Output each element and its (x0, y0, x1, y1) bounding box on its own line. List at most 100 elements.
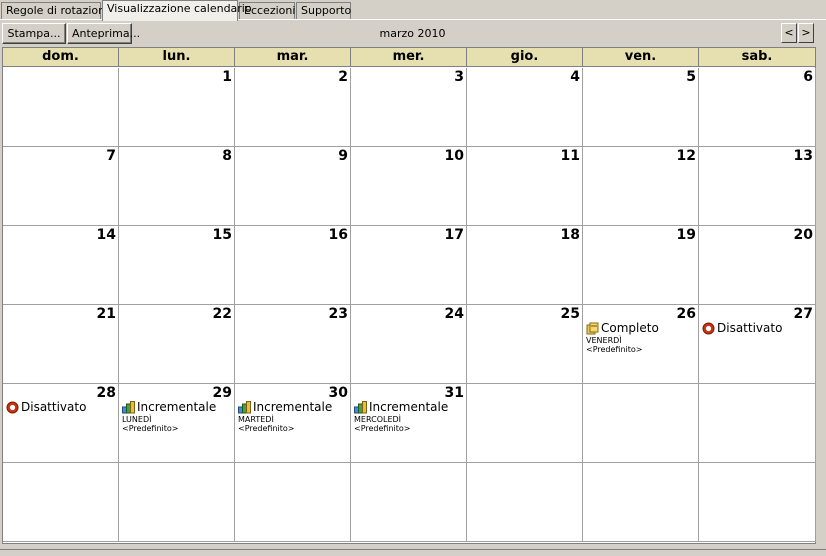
day-cell[interactable]: 26 Completo VENERDÌ <Predefinito> (583, 305, 699, 384)
next-month-button[interactable]: > (798, 23, 814, 43)
calendar-grid: dom. lun. mar. mer. gio. ven. sab. 1 2 3 4 5 6 7 8 9 10… (2, 47, 816, 544)
disabled-icon (6, 401, 21, 414)
day-number: 2 (338, 69, 348, 85)
event-schedule: <Predefinito> (122, 424, 179, 433)
month-title: marzo 2010 (379, 27, 446, 40)
day-number: 19 (676, 227, 696, 243)
day-cell[interactable]: 8 (119, 147, 235, 226)
day-number: 9 (338, 148, 348, 164)
day-cell[interactable]: 2 (235, 68, 351, 147)
day-cell[interactable]: 12 (583, 147, 699, 226)
tab-bar: Regole di rotazione Visualizzazione cale… (0, 0, 826, 21)
incremental-backup-icon (238, 400, 253, 414)
day-cell[interactable]: 19 (583, 226, 699, 305)
day-number: 10 (444, 148, 464, 164)
chevron-left-icon: < (784, 26, 794, 39)
day-cell[interactable]: 21 (3, 305, 119, 384)
tab-rotation-rules[interactable]: Regole di rotazione (1, 2, 112, 19)
backup-event[interactable]: Completo VENERDÌ <Predefinito> (586, 321, 696, 354)
day-cell[interactable]: 7 (3, 147, 119, 226)
day-cell[interactable]: 5 (583, 68, 699, 147)
weekday-header-cell: sab. (699, 48, 816, 67)
day-cell[interactable]: 27 Disattivato (699, 305, 816, 384)
weekday-header-cell: ven. (583, 48, 699, 67)
day-cell[interactable]: 25 (467, 305, 583, 384)
day-number: 23 (328, 306, 348, 322)
event-schedule: <Predefinito> (586, 345, 643, 354)
weekday-header: dom. lun. mar. mer. gio. ven. sab. (3, 48, 816, 68)
day-cell[interactable]: 29 Incrementale LUNEDÌ <Predefinito> (119, 384, 235, 463)
toolbar: Stampa... Anteprima... marzo 2010 < > (0, 20, 826, 47)
day-cell[interactable] (235, 463, 351, 542)
day-number: 30 (328, 385, 348, 401)
day-number: 16 (328, 227, 348, 243)
previous-month-button[interactable]: < (781, 23, 797, 43)
day-cell[interactable]: 30 Incrementale MARTEDÌ <Predefinito> (235, 384, 351, 463)
day-number: 8 (222, 148, 232, 164)
day-cell[interactable]: 6 (699, 68, 816, 147)
day-cell[interactable] (119, 463, 235, 542)
day-number: 1 (222, 69, 232, 85)
tab-support[interactable]: Supporto (296, 2, 351, 19)
day-number: 25 (560, 306, 580, 322)
day-number: 24 (444, 306, 464, 322)
day-cell[interactable] (3, 463, 119, 542)
day-number: 26 (676, 306, 696, 322)
day-number: 11 (560, 148, 580, 164)
day-cell[interactable] (699, 384, 816, 463)
day-number: 5 (686, 69, 696, 85)
disabled-icon (702, 322, 717, 335)
day-cell[interactable] (467, 384, 583, 463)
day-cell[interactable]: 9 (235, 147, 351, 226)
day-cell[interactable]: 15 (119, 226, 235, 305)
day-cell[interactable] (351, 463, 467, 542)
event-label: Incrementale (253, 400, 333, 414)
day-cell[interactable]: 18 (467, 226, 583, 305)
day-cell[interactable]: 3 (351, 68, 467, 147)
day-cell[interactable] (3, 68, 119, 147)
day-cell[interactable]: 16 (235, 226, 351, 305)
tab-calendar-view[interactable]: Visualizzazione calendario (102, 0, 252, 21)
day-cell[interactable]: 22 (119, 305, 235, 384)
day-number: 18 (560, 227, 580, 243)
backup-event[interactable]: Incrementale MARTEDÌ <Predefinito> (238, 400, 348, 433)
backup-event[interactable]: Incrementale MERCOLEDÌ <Predefinito> (354, 400, 464, 433)
right-border (817, 47, 826, 544)
event-label: Completo (601, 321, 659, 335)
chevron-right-icon: > (801, 26, 811, 39)
day-number: 15 (212, 227, 232, 243)
day-cell[interactable]: 23 (235, 305, 351, 384)
day-cell[interactable]: 4 (467, 68, 583, 147)
incremental-backup-icon (354, 400, 369, 414)
weekday-header-cell: gio. (467, 48, 583, 67)
day-cell[interactable]: 20 (699, 226, 816, 305)
backup-event[interactable]: Incrementale LUNEDÌ <Predefinito> (122, 400, 232, 433)
day-number: 13 (793, 148, 813, 164)
day-number: 20 (793, 227, 813, 243)
day-number: 12 (676, 148, 696, 164)
day-cell[interactable]: 24 (351, 305, 467, 384)
day-cell[interactable]: 13 (699, 147, 816, 226)
day-cell[interactable] (467, 463, 583, 542)
backup-event[interactable]: Disattivato (6, 400, 116, 414)
day-cell[interactable]: 31 Incrementale MERCOLEDÌ <Predefinito> (351, 384, 467, 463)
weekday-header-cell: dom. (3, 48, 119, 67)
day-cell[interactable] (699, 463, 816, 542)
event-weekday: MERCOLEDÌ (354, 415, 402, 424)
day-cell[interactable] (583, 384, 699, 463)
day-cell[interactable]: 10 (351, 147, 467, 226)
preview-button[interactable]: Anteprima... (67, 23, 140, 44)
day-number: 4 (570, 69, 580, 85)
backup-event[interactable]: Disattivato (702, 321, 813, 335)
event-weekday: VENERDÌ (586, 336, 622, 345)
day-cell[interactable]: 28 Disattivato (3, 384, 119, 463)
day-cell[interactable]: 11 (467, 147, 583, 226)
day-number: 17 (444, 227, 464, 243)
print-button[interactable]: Stampa... (2, 23, 66, 44)
day-cell[interactable]: 1 (119, 68, 235, 147)
day-cell[interactable]: 17 (351, 226, 467, 305)
day-cell[interactable]: 14 (3, 226, 119, 305)
day-cell[interactable] (583, 463, 699, 542)
day-number: 14 (96, 227, 116, 243)
full-backup-icon (586, 322, 601, 335)
